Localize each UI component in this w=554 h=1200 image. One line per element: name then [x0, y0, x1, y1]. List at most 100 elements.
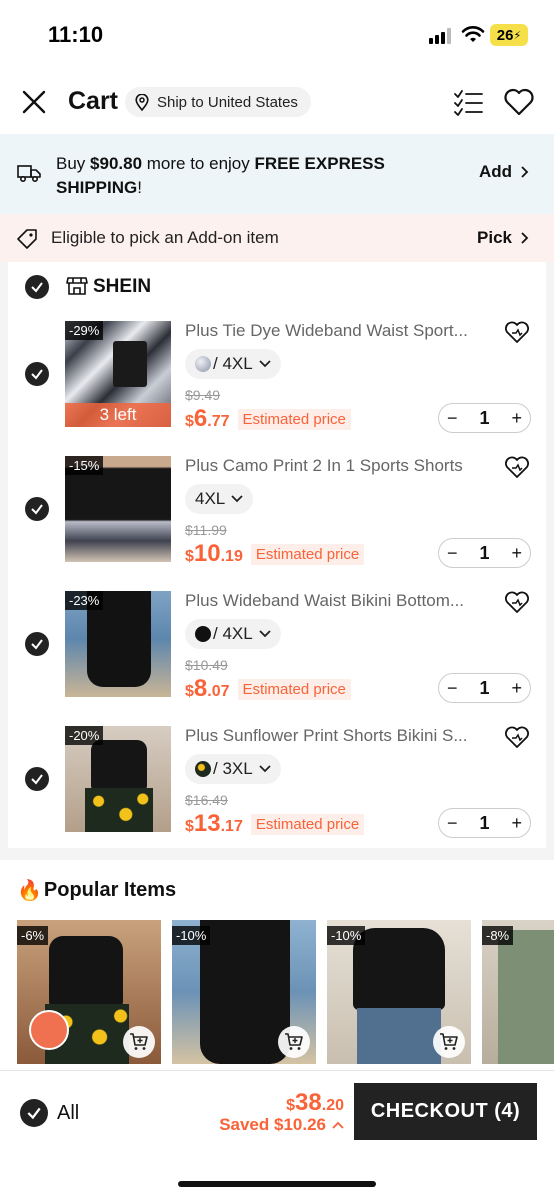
variant-selector[interactable]: / 3XL — [185, 754, 281, 784]
add-to-cart-button[interactable] — [123, 1026, 155, 1058]
estimated-price-label: Estimated price — [250, 543, 365, 565]
checkout-button[interactable]: CHECKOUT (4) — [354, 1083, 537, 1140]
popular-item[interactable]: -10% — [327, 920, 471, 1064]
popular-item[interactable]: -8% — [482, 920, 554, 1064]
quantity-value: 1 — [479, 542, 490, 563]
checkmark-icon — [27, 1107, 41, 1120]
increase-quantity-button[interactable]: + — [511, 543, 522, 564]
add-more-button[interactable]: Add — [479, 162, 532, 182]
amount-needed: $90.80 — [90, 154, 143, 173]
decrease-quantity-button[interactable]: − — [447, 678, 458, 699]
variant-label: 4XL — [195, 489, 226, 508]
popular-item[interactable]: -10% — [172, 920, 316, 1064]
decrease-quantity-button[interactable]: − — [447, 408, 458, 429]
variant-label: / 4XL — [213, 624, 253, 643]
quantity-value: 1 — [479, 812, 490, 833]
ship-to-selector[interactable]: Ship to United States — [125, 87, 311, 117]
quantity-stepper: − 1 + — [438, 673, 531, 703]
checkout-bar: All $38.20 Saved $10.26 CHECKOUT (4) — [0, 1070, 554, 1200]
product-title[interactable]: Plus Sunflower Print Shorts Bikini S... — [185, 726, 485, 746]
cart-item: -23% Plus Wideband Waist Bikini Bottom..… — [8, 591, 546, 703]
quantity-value: 1 — [479, 407, 490, 428]
estimated-price-label: Estimated price — [237, 408, 351, 430]
cart-add-icon — [440, 1033, 458, 1050]
product-title[interactable]: Plus Tie Dye Wideband Waist Sport... — [185, 321, 485, 341]
increase-quantity-button[interactable]: + — [511, 678, 522, 699]
cart-item: -20% Plus Sunflower Print Shorts Bikini … — [8, 726, 546, 838]
chevron-down-icon — [259, 360, 271, 368]
close-icon[interactable] — [20, 88, 48, 116]
increase-quantity-button[interactable]: + — [511, 813, 522, 834]
variant-selector[interactable]: 4XL — [185, 484, 254, 514]
decrease-quantity-button[interactable]: − — [447, 543, 458, 564]
discount-badge: -23% — [65, 591, 104, 610]
savings-summary[interactable]: Saved $10.26 — [219, 1115, 344, 1135]
ship-to-label: Ship to United States — [157, 93, 298, 111]
discount-badge: -20% — [65, 726, 104, 745]
item-select-checkbox[interactable] — [25, 362, 49, 386]
wifi-icon — [461, 26, 485, 42]
product-top — [91, 740, 147, 790]
discount-badge: -10% — [172, 926, 211, 945]
product-jeans — [357, 1008, 441, 1064]
order-total: $38.20 — [286, 1089, 344, 1116]
item-select-checkbox[interactable] — [25, 632, 49, 656]
original-price: $11.99 — [185, 522, 227, 538]
save-for-later-icon[interactable] — [504, 456, 530, 480]
save-for-later-icon[interactable] — [504, 321, 530, 345]
checkmark-icon — [31, 639, 43, 650]
product-title[interactable]: Plus Wideband Waist Bikini Bottom... — [185, 591, 485, 611]
product-garment — [200, 920, 290, 1064]
select-all-checkbox[interactable] — [20, 1099, 48, 1127]
quantity-value: 1 — [479, 677, 490, 698]
truck-icon — [17, 165, 41, 183]
checkmark-icon — [31, 282, 43, 293]
cart-item: -15% Plus Camo Print 2 In 1 Sports Short… — [8, 456, 546, 568]
increase-quantity-button[interactable]: + — [511, 408, 522, 429]
cellular-signal-icon — [429, 28, 455, 44]
color-swatch — [195, 626, 211, 642]
save-for-later-icon[interactable] — [504, 591, 530, 615]
popular-items-heading: 🔥 Popular Items — [17, 879, 177, 902]
item-select-checkbox[interactable] — [25, 767, 49, 791]
variant-selector[interactable]: / 4XL — [185, 349, 281, 379]
add-to-cart-button[interactable] — [278, 1026, 310, 1058]
chevron-right-icon — [521, 232, 529, 244]
estimated-price: $6.77 Estimated price — [185, 405, 351, 433]
pick-addon-button[interactable]: Pick — [477, 228, 532, 248]
product-bottom — [85, 788, 153, 832]
promo-badge-icon — [29, 1010, 69, 1050]
product-title[interactable]: Plus Camo Print 2 In 1 Sports Shorts — [185, 456, 485, 476]
product-image[interactable]: -15% — [65, 456, 171, 562]
checklist-icon[interactable] — [452, 88, 484, 116]
add-to-cart-button[interactable] — [433, 1026, 465, 1058]
popular-item[interactable]: -6% — [17, 920, 161, 1064]
item-select-checkbox[interactable] — [25, 497, 49, 521]
save-for-later-icon[interactable] — [504, 726, 530, 750]
cart-header: Cart Ship to United States — [0, 70, 554, 134]
decrease-quantity-button[interactable]: − — [447, 813, 458, 834]
product-image[interactable]: -23% — [65, 591, 171, 697]
chevron-right-icon — [521, 166, 529, 178]
store-icon — [66, 277, 88, 295]
product-image[interactable]: -29% 3 left — [65, 321, 171, 427]
battery-indicator: 26 ⚡ — [490, 24, 528, 46]
discount-badge: -15% — [65, 456, 104, 475]
estimated-price: $8.07 Estimated price — [185, 675, 351, 703]
discount-badge: -29% — [65, 321, 104, 340]
quantity-stepper: − 1 + — [438, 538, 531, 568]
quantity-stepper: − 1 + — [438, 808, 531, 838]
variant-selector[interactable]: / 4XL — [185, 619, 281, 649]
stock-note: 3 left — [65, 403, 171, 427]
quantity-stepper: − 1 + — [438, 403, 531, 433]
discount-badge: -8% — [482, 926, 514, 945]
product-image[interactable]: -20% — [65, 726, 171, 832]
wishlist-heart-icon[interactable] — [503, 88, 535, 116]
cart-add-icon — [130, 1033, 148, 1050]
store-name: SHEIN — [93, 276, 152, 297]
cart-add-icon — [285, 1033, 303, 1050]
product-dress — [498, 930, 554, 1064]
estimated-price-label: Estimated price — [250, 813, 365, 835]
store-select-checkbox[interactable] — [25, 275, 49, 299]
select-all-label: All — [57, 1102, 80, 1124]
